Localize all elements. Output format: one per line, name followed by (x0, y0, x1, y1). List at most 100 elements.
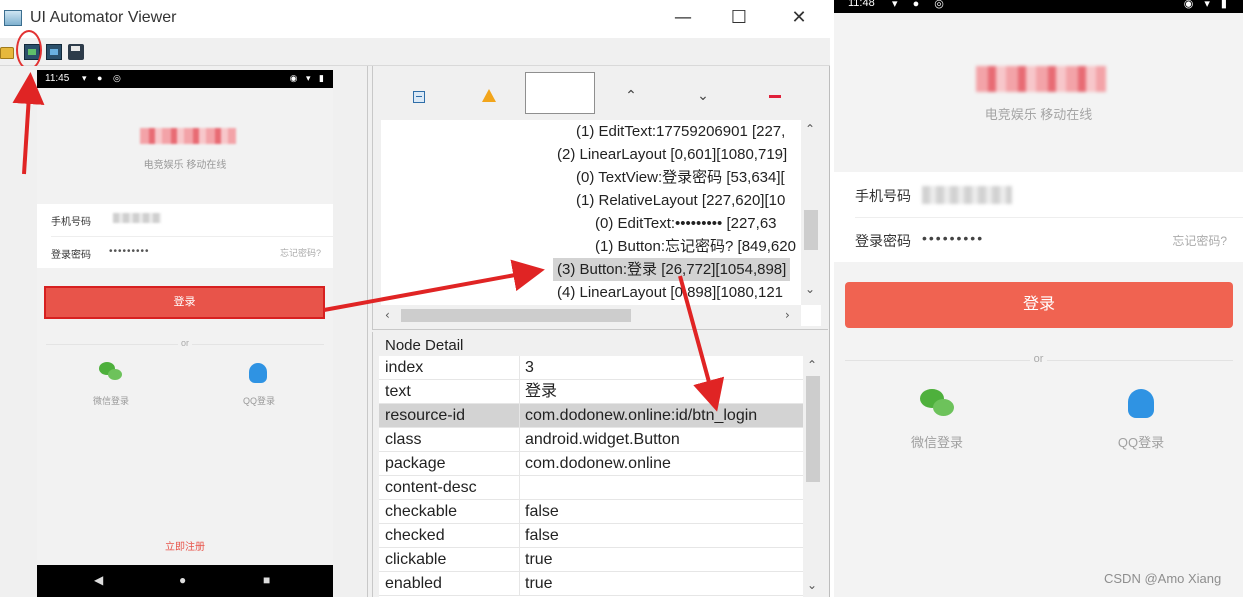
forgot-password-link[interactable]: 忘记密码? (280, 246, 321, 259)
scroll-left-icon[interactable]: ‹ (385, 308, 390, 322)
detail-row[interactable]: package com.dodonew.online (379, 452, 803, 476)
detail-row[interactable]: clickable true (379, 548, 803, 572)
app-logo-blurred (976, 66, 1106, 92)
hierarchy-tree[interactable]: (1) EditText:17759206901 [227, (2) Linea… (381, 120, 821, 326)
detail-key: class (385, 431, 422, 448)
wechat-icon[interactable] (920, 389, 956, 419)
device-screen: 11:48 ▾ ● ◎ ◉ ▾ ▮ 电竞娱乐 移动在线 手机号码 登录密码 ••… (834, 0, 1243, 597)
annotation-circle (16, 30, 42, 70)
detail-row[interactable]: class android.widget.Button (379, 428, 803, 452)
detail-vertical-scrollbar[interactable]: ⌃ ⌄ (803, 356, 823, 597)
wechat-icon[interactable] (99, 362, 123, 382)
tree-node[interactable]: (1) RelativeLayout [227,620][10 (576, 189, 785, 212)
login-button[interactable]: 登录 (44, 286, 325, 319)
phone-number-blurred (113, 213, 161, 223)
scroll-up-icon[interactable]: ⌃ (807, 358, 817, 372)
close-button[interactable]: ✕ (776, 4, 822, 34)
phone-label: 手机号码 (855, 188, 911, 204)
recent-apps-icon[interactable]: ■ (263, 573, 270, 587)
status-time: 11:48 (848, 0, 875, 9)
screenshot-stage: UI Automator Viewer — ☐ ✕ 11:45 ▾ ● ◎ ◉ … (0, 0, 1243, 597)
or-text: or (177, 338, 192, 348)
node-detail-table[interactable]: index 3 text 登录 resource-id com.dodonew.onl… (379, 356, 803, 597)
chevron-up-icon[interactable]: ⌃ (621, 86, 641, 106)
detail-row[interactable]: checked false (379, 524, 803, 548)
password-field[interactable]: ••••••••• (922, 230, 984, 246)
detail-value: com.dodonew.online:id/btn_login (525, 407, 758, 424)
detail-row[interactable]: text 登录 (379, 380, 803, 404)
scroll-thumb[interactable] (804, 210, 818, 250)
detail-value: false (525, 503, 559, 520)
system-status-icons: ◉ ▾ ▮ (1183, 0, 1231, 10)
node-detail-pane: Node Detail index 3 text 登录 resource-id com… (372, 332, 828, 597)
password-label: 登录密码 (51, 250, 91, 261)
detail-row[interactable]: enabled true (379, 572, 803, 596)
app-slogan: 电竞娱乐 移动在线 (984, 107, 1093, 122)
notification-icons: ▾ ● ◎ (82, 73, 125, 83)
folder-open-icon[interactable] (0, 47, 14, 59)
qq-login-label[interactable]: QQ登录 (229, 394, 289, 407)
phone-number-blurred[interactable] (922, 186, 1012, 204)
hierarchy-pane: ⌃ ⌄ (1) EditText:17759206901 [227, (2) L… (372, 66, 828, 330)
tree-node-selected[interactable]: (3) Button:登录 [26,772][1054,898] (553, 258, 791, 281)
scroll-up-icon[interactable]: ⌃ (805, 122, 815, 136)
save-icon[interactable] (68, 44, 84, 60)
back-icon[interactable]: ◀ (94, 573, 103, 587)
status-bar: 11:48 ▾ ● ◎ ◉ ▾ ▮ (834, 0, 1243, 13)
tree-node[interactable]: (1) Button:忘记密码? [849,620 (595, 235, 796, 258)
device-screenshot-pane: 11:45 ▾ ● ◎ ◉ ▾ ▮ 电竞娱乐 移动在线 手机号码 登录密码 ••… (0, 66, 368, 597)
device-screenshot[interactable]: 11:45 ▾ ● ◎ ◉ ▾ ▮ 电竞娱乐 移动在线 手机号码 登录密码 ••… (37, 70, 333, 597)
tree-node[interactable]: (0) TextView:登录密码 [53,634][ (576, 166, 785, 189)
system-status-icons: ◉ ▾ ▮ (289, 73, 327, 83)
detail-row[interactable]: index 3 (379, 356, 803, 380)
detail-row[interactable]: content-desc (379, 476, 803, 500)
wechat-login-label[interactable]: 微信登录 (896, 432, 978, 451)
scroll-thumb[interactable] (401, 309, 631, 322)
detail-key: clickable (385, 551, 447, 568)
wechat-login-label[interactable]: 微信登录 (81, 394, 141, 407)
register-link[interactable]: 立即注册 (37, 538, 333, 553)
detail-key: content-desc (385, 479, 477, 496)
qq-login-label[interactable]: QQ登录 (1100, 432, 1182, 451)
warning-icon[interactable] (479, 86, 499, 106)
tree-vertical-scrollbar[interactable]: ⌃ ⌄ (801, 120, 821, 305)
detail-key: checked (385, 527, 445, 544)
status-bar: 11:45 ▾ ● ◎ ◉ ▾ ▮ (37, 70, 333, 88)
minus-icon[interactable] (765, 86, 785, 106)
app-logo-blurred (140, 128, 236, 144)
scroll-down-icon[interactable]: ⌄ (805, 282, 815, 296)
qq-icon[interactable] (249, 363, 267, 383)
tree-node[interactable]: (4) LinearLayout [0,898][1080,121 (557, 281, 783, 304)
detail-row[interactable]: checkable false (379, 500, 803, 524)
tree-node[interactable]: (1) EditText:17759206901 [227, (576, 120, 785, 143)
password-field[interactable]: ••••••••• (109, 246, 150, 257)
tree-node[interactable]: (2) LinearLayout [0,601][1080,719] (557, 143, 787, 166)
minimize-button[interactable]: — (660, 4, 706, 34)
status-time: 11:45 (45, 73, 70, 84)
navigation-bar: ◀ ● ■ (37, 565, 333, 597)
scroll-thumb[interactable] (806, 376, 820, 482)
detail-key: index (385, 359, 424, 376)
expand-all-icon[interactable] (409, 86, 429, 106)
phone-label: 手机号码 (51, 217, 91, 228)
watermark: CSDN @Amo Xiang (1104, 571, 1222, 586)
tree-horizontal-scrollbar[interactable]: ‹ › (381, 305, 801, 326)
detail-key: package (385, 455, 446, 472)
maximize-button[interactable]: ☐ (716, 4, 762, 34)
or-text: or (1029, 353, 1048, 365)
node-filter-box[interactable] (525, 72, 595, 114)
form-divider (51, 236, 333, 237)
detail-row-selected[interactable]: resource-id com.dodonew.online:id/btn_log… (379, 404, 803, 428)
password-label: 登录密码 (855, 233, 911, 249)
detail-value: true (525, 575, 553, 592)
chevron-down-icon[interactable]: ⌄ (693, 86, 713, 106)
node-detail-title: Node Detail (385, 337, 464, 354)
login-button[interactable]: 登录 (845, 282, 1233, 328)
qq-icon[interactable] (1128, 389, 1154, 418)
scroll-right-icon[interactable]: › (785, 308, 790, 322)
forgot-password-link[interactable]: 忘记密码? (1172, 232, 1227, 249)
device-screenshot-compressed-icon[interactable] (46, 44, 62, 60)
tree-node[interactable]: (0) EditText:••••••••• [227,63 (595, 212, 777, 235)
scroll-down-icon[interactable]: ⌄ (807, 578, 817, 592)
home-icon[interactable]: ● (179, 573, 186, 587)
